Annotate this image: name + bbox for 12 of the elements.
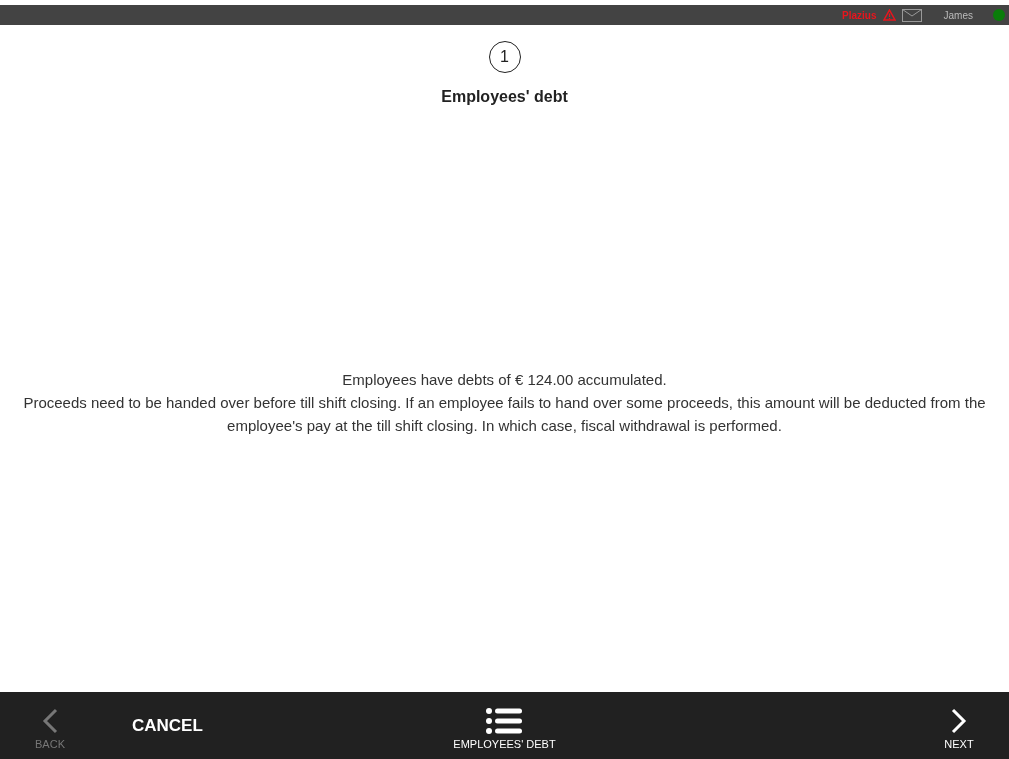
company-name: Plazius [842,9,877,21]
list-icon [486,707,523,734]
cancel-button[interactable]: CANCEL [126,714,209,737]
next-button[interactable]: NEXT [909,701,1009,750]
steps-button[interactable]: EMPLOYEES' DEBT [453,701,556,750]
debt-message: Employees have debts of € 124.00 accumulated. Proceeds need to be handed over before till shift closing. If an employee fails to hand over some proceeds, this amount will be deducted from the employee's pay at the till shift closing. In which case, fiscal withdrawal is performed. [22,370,987,436]
step-title: Employees' debt [441,88,568,106]
user-name: James [943,9,973,21]
warning-icon [882,9,896,21]
chevron-left-icon [42,707,58,734]
chevron-right-icon [951,707,967,734]
envelope-icon[interactable] [901,8,922,22]
